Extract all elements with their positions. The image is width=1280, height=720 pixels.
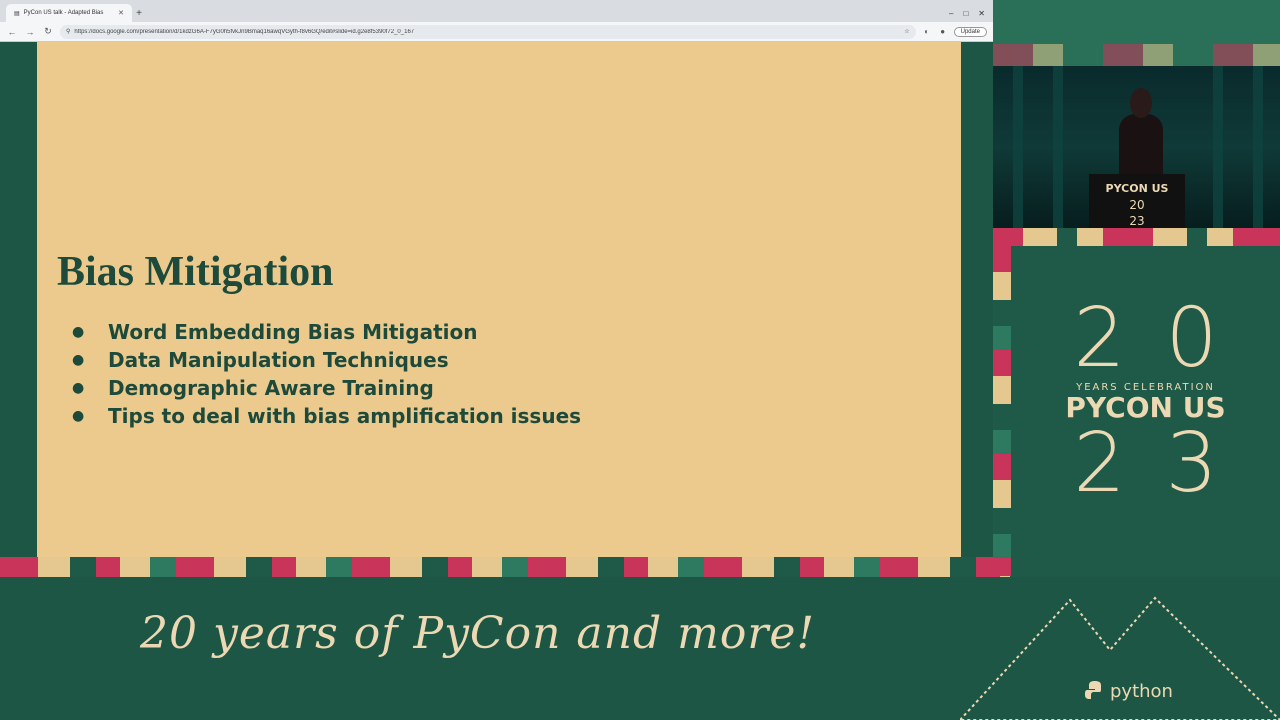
bullet-item: ● Tips to deal with bias amplification is… xyxy=(72,402,581,430)
podium-year-bottom: 23 xyxy=(1129,214,1145,228)
curtain-fold xyxy=(1053,66,1063,228)
decorative-pattern-right xyxy=(993,228,1280,246)
decorative-pattern-vertical xyxy=(993,246,1011,576)
browser-tab[interactable]: ▤ PyCon US talk - Adapted Bias ✕ xyxy=(6,4,132,22)
event-branding-panel: 20 YEARS CELEBRATION PYCON US 23 xyxy=(1011,246,1280,577)
bullet-dot-icon: ● xyxy=(72,324,85,340)
reload-icon[interactable]: ↻ xyxy=(42,26,54,37)
tab-favicon-icon: ▤ xyxy=(14,10,20,17)
bullet-text: Tips to deal with bias amplification iss… xyxy=(108,404,582,428)
python-logo: python xyxy=(1084,680,1173,702)
podium-year-top: 20 xyxy=(1129,198,1145,212)
slide-right-margin xyxy=(961,42,993,557)
decorative-pattern-band xyxy=(0,557,1010,577)
curtain-fold xyxy=(1253,66,1263,228)
forward-arrow-icon[interactable]: → xyxy=(24,27,36,37)
slide-bullet-list: ● Word Embedding Bias Mitigation ● Data Ma… xyxy=(72,318,581,430)
bookmark-star-icon[interactable]: ☆ xyxy=(904,28,909,35)
curtain-fold xyxy=(1013,66,1023,228)
browser-toolbar: ← → ↻ ⚲ https://docs.google.com/presenta… xyxy=(0,22,993,42)
decorative-pattern-top-right xyxy=(993,0,1280,66)
bullet-text: Word Embedding Bias Mitigation xyxy=(108,320,478,344)
speaker-camera-feed: PYCON US 20 23 xyxy=(993,66,1280,228)
tab-close-icon[interactable]: ✕ xyxy=(118,9,124,17)
close-window-button[interactable]: ✕ xyxy=(978,9,985,18)
slide: Bias Mitigation ● Word Embedding Bias Mit… xyxy=(37,42,961,557)
curtain-fold xyxy=(1213,66,1223,228)
tab-title: PyCon US talk - Adapted Bias xyxy=(23,10,104,16)
address-bar[interactable]: ⚲ https://docs.google.com/presentation/d… xyxy=(60,24,916,39)
brand-number-bottom: 23 xyxy=(1073,416,1258,511)
back-arrow-icon[interactable]: ← xyxy=(6,27,18,37)
profile-avatar-icon[interactable]: ● xyxy=(938,27,948,36)
bullet-item: ● Demographic Aware Training xyxy=(72,374,581,402)
brand-number-top: 20 xyxy=(1073,291,1258,386)
bullet-dot-icon: ● xyxy=(72,408,85,424)
speaker-head xyxy=(1130,88,1152,118)
new-tab-button[interactable]: + xyxy=(132,4,146,22)
podium: PYCON US 20 23 xyxy=(1089,174,1185,228)
window-controls: – □ ✕ xyxy=(941,9,993,22)
minimize-button[interactable]: – xyxy=(949,9,953,18)
speaker-figure xyxy=(1119,114,1163,174)
slide-left-margin xyxy=(0,42,37,557)
podium-logo: PYCON US xyxy=(1105,182,1169,195)
browser-tab-strip: ▤ PyCon US talk - Adapted Bias ✕ + – □ ✕ xyxy=(0,0,993,22)
slide-title: Bias Mitigation xyxy=(57,249,334,295)
bullet-item: ● Data Manipulation Techniques xyxy=(72,346,581,374)
maximize-button[interactable]: □ xyxy=(963,9,968,18)
update-button[interactable]: Update xyxy=(953,26,987,37)
bullet-text: Demographic Aware Training xyxy=(108,376,434,400)
bullet-text: Data Manipulation Techniques xyxy=(108,348,449,372)
bullet-dot-icon: ● xyxy=(72,352,85,368)
bullet-dot-icon: ● xyxy=(72,380,85,396)
bullet-item: ● Word Embedding Bias Mitigation xyxy=(72,318,581,346)
extension-icon[interactable]: ◐ xyxy=(922,27,932,36)
url-text: https://docs.google.com/presentation/d/1… xyxy=(74,28,415,35)
site-info-icon[interactable]: ⚲ xyxy=(66,28,70,35)
presentation-viewport: Bias Mitigation ● Word Embedding Bias Mit… xyxy=(0,42,993,557)
python-logo-text: python xyxy=(1110,680,1173,702)
python-snake-icon xyxy=(1085,681,1101,699)
footer-tagline: 20 years of PyCon and more! xyxy=(140,608,816,659)
